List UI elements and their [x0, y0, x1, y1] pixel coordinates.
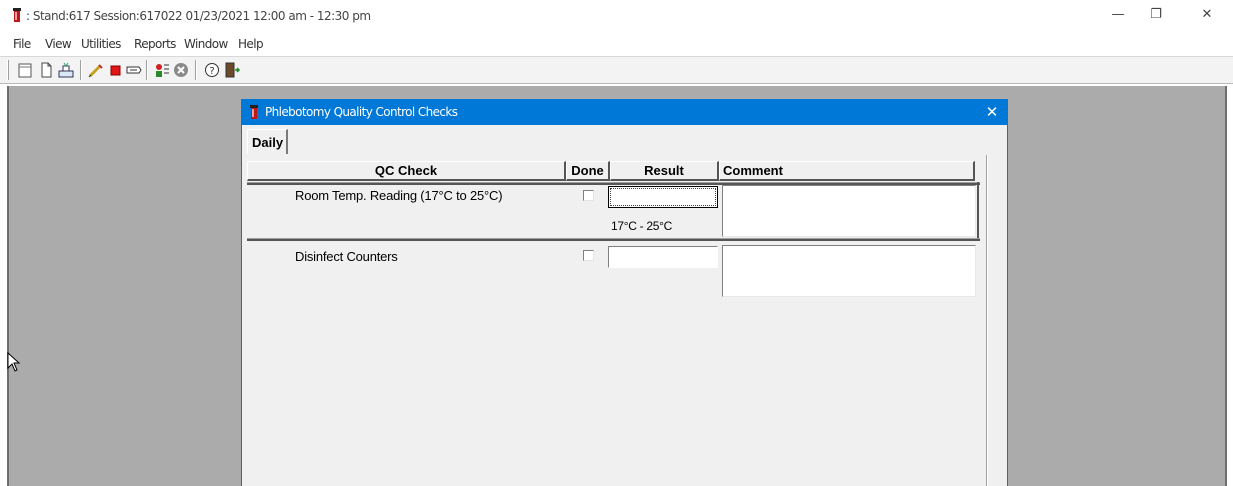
column-header-comment: Comment — [719, 161, 975, 181]
menu-view[interactable]: View — [45, 37, 72, 51]
mouse-cursor-icon — [7, 352, 21, 372]
menu-bar: File View Utilities Reports Window Help — [0, 34, 1233, 54]
hand-pointer-icon[interactable] — [125, 61, 143, 79]
exit-icon[interactable] — [222, 61, 240, 79]
comment-box-disinfect[interactable] — [722, 245, 976, 297]
dialog-body: Daily QC Check Done Result Comment Room … — [242, 125, 1007, 486]
column-header-qc-check: QC Check — [247, 161, 566, 181]
menu-help[interactable]: Help — [238, 37, 264, 51]
svg-text:?: ? — [209, 66, 214, 77]
tab-panel-border — [986, 155, 988, 486]
cancel-icon[interactable] — [172, 61, 190, 79]
toolbar: ? — [0, 56, 1233, 84]
maximize-button[interactable]: ❐ — [1144, 4, 1168, 26]
toolbar-grip[interactable] — [7, 60, 9, 80]
tab-daily[interactable]: Daily — [247, 129, 288, 154]
comment-box-room-temp[interactable] — [722, 185, 976, 237]
syringe-icon[interactable] — [87, 61, 105, 79]
dialog-close-button[interactable]: ✕ — [982, 102, 1002, 122]
menu-reports[interactable]: Reports — [134, 37, 176, 51]
mdi-frame-right — [1225, 86, 1227, 486]
dialog-title: Phlebotomy Quality Control Checks — [265, 105, 458, 119]
new-icon[interactable] — [16, 61, 34, 79]
help-icon[interactable]: ? — [203, 61, 221, 79]
qc-checks-dialog: Phlebotomy Quality Control Checks ✕ Dail… — [241, 99, 1008, 486]
minimize-button[interactable]: — — [1106, 4, 1130, 26]
qc-check-label-room-temp: Room Temp. Reading (17°C to 25°C) — [295, 188, 503, 203]
app-titlebar: : Stand:617 Session:617022 01/23/2021 12… — [0, 0, 1233, 30]
close-button[interactable]: ✕ — [1195, 4, 1219, 26]
app-tube-icon — [13, 8, 21, 22]
result-input-room-temp[interactable] — [608, 186, 718, 208]
column-header-done: Done — [566, 161, 610, 181]
done-checkbox-room-temp[interactable] — [583, 190, 594, 201]
menu-utilities[interactable]: Utilities — [81, 37, 121, 51]
done-checkbox-disinfect[interactable] — [583, 250, 594, 261]
dialog-titlebar[interactable]: Phlebotomy Quality Control Checks ✕ — [241, 99, 1008, 125]
menu-window[interactable]: Window — [184, 37, 228, 51]
toolbar-separator — [195, 60, 197, 80]
row-right-border — [977, 182, 979, 239]
dialog-tube-icon — [250, 105, 258, 119]
patient-icon[interactable] — [153, 61, 171, 79]
open-icon[interactable] — [37, 61, 55, 79]
column-header-result: Result — [610, 161, 719, 181]
result-range-room-temp: 17°C - 25°C — [611, 219, 672, 233]
qc-check-label-disinfect: Disinfect Counters — [295, 249, 398, 264]
tray-icon[interactable] — [57, 61, 75, 79]
row-separator — [247, 238, 980, 241]
window-title: : Stand:617 Session:617022 01/23/2021 12… — [26, 9, 371, 23]
result-input-disinfect[interactable] — [608, 246, 718, 268]
toolbar-separator — [146, 60, 148, 80]
stop-icon[interactable] — [107, 61, 125, 79]
menu-file[interactable]: File — [13, 37, 31, 51]
toolbar-separator — [80, 60, 82, 80]
